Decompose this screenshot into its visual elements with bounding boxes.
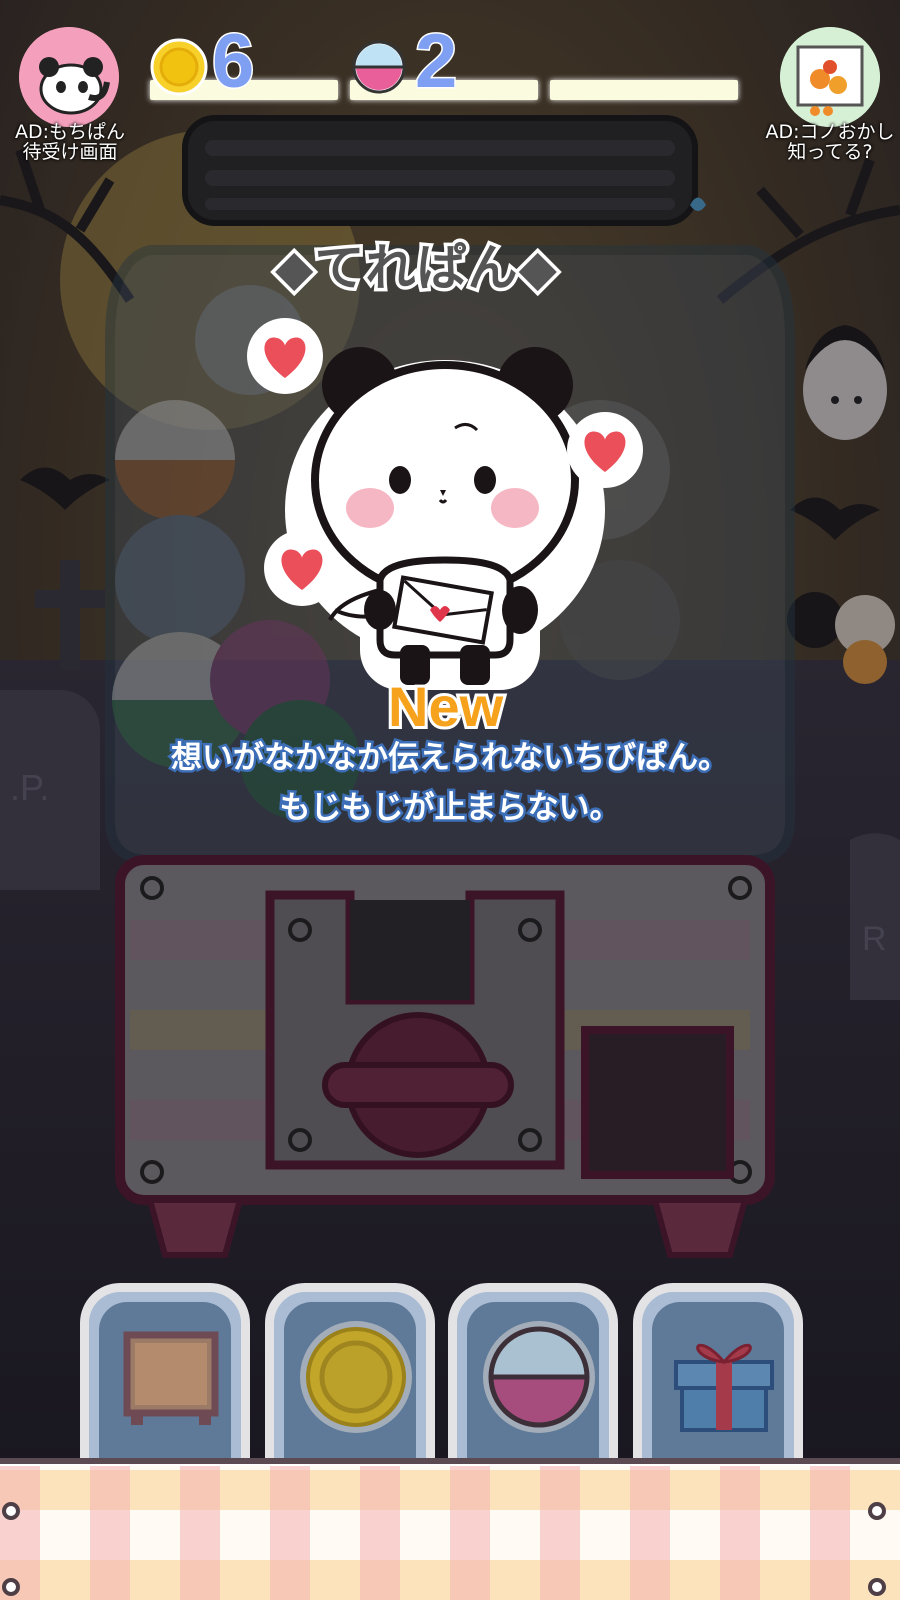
ad-right-line1: AD:コノおかし [765,121,895,143]
tab-gift[interactable] [633,1283,803,1472]
strip-rivet [868,1502,886,1520]
ad-mochipan-button[interactable] [19,27,119,127]
strip-rivet [2,1502,20,1520]
strip-rivet [868,1578,886,1596]
tab-capsule[interactable] [448,1283,618,1472]
new-badge: New [385,672,506,741]
prize-description: 想いがなかなか伝えられないちびぱん。 もじもじが止まらない。 [0,733,900,833]
ad-left-label: AD:もちぱん 待受け画面 [0,122,140,162]
panda-ad-icon [19,27,119,127]
prize-description-line2: もじもじが止まらない。 [277,788,623,829]
coin-icon [150,38,208,96]
extra-bar [550,80,738,100]
heart-icon [247,318,323,394]
tab-coin[interactable] [265,1283,435,1472]
ad-left-line2: 待受け画面 [22,141,118,163]
ad-right-label: AD:コノおかし 知ってる? [755,122,900,162]
ad-okashi-button[interactable] [780,27,880,127]
gift-icon [674,1343,774,1432]
heart-icon [264,530,340,606]
coin-icon [300,1321,412,1433]
prize-name: ◆てれぱん◆ [272,236,561,301]
capsule-icon [483,1321,595,1433]
ad-right-line2: 知ってる? [787,141,873,163]
prize-description-line1: 想いがなかなか伝えられないちびぱん。 [169,738,732,779]
heart-icon [567,412,643,488]
tab-machine[interactable] [80,1283,250,1472]
capsule-count: 2 [413,19,458,104]
ad-left-line1: AD:もちぱん [14,121,126,143]
machine-icon [123,1331,219,1425]
bottom-strip [0,1458,900,1600]
strip-rivet [2,1578,20,1596]
capsule-icon [352,40,406,94]
coin-count: 6 [210,19,255,104]
snack-ad-icon [780,27,880,127]
